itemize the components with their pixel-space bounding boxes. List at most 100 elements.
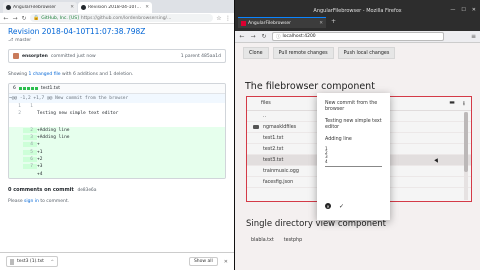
files-header-label: files	[261, 101, 271, 106]
chevron-up-icon[interactable]: ^	[51, 259, 54, 264]
diff-line-added: 5 +1	[9, 148, 225, 156]
clone-button[interactable]: Clone	[243, 47, 269, 59]
chrome-tab-angular[interactable]: AngularFilebrowser ✕	[3, 2, 77, 13]
file-name: test3.txt	[263, 157, 284, 163]
scrollbar[interactable]	[464, 112, 468, 200]
commit-time: committed just now	[50, 53, 96, 59]
github-favicon-icon	[81, 5, 86, 10]
download-item[interactable]: test3 (1).txt ^	[6, 256, 58, 267]
chrome-window: AngularFilebrowser ✕ Revision 2018-04-10…	[0, 0, 234, 270]
confirm-check-icon[interactable]: ✓	[339, 203, 344, 210]
commit-author[interactable]: ensorpten	[22, 54, 48, 59]
download-bar: test3 (1).txt ^ Show all ✕	[0, 252, 234, 270]
summary-pre: Showing	[8, 72, 28, 77]
reload-icon[interactable]: ↻	[21, 15, 27, 22]
hamburger-menu-icon[interactable]: ≡	[471, 33, 476, 40]
show-all-button[interactable]: Show all	[188, 257, 218, 266]
close-icon[interactable]: ✕	[319, 21, 323, 26]
file-name: trainmusic.ogg	[263, 168, 299, 174]
file-name[interactable]: testphp	[284, 238, 302, 243]
url-text: localhost:4200	[282, 34, 316, 39]
push-button[interactable]: Push local changes	[337, 47, 396, 59]
line-number[interactable]: 3	[23, 135, 37, 141]
star-icon[interactable]: ☆	[216, 15, 222, 22]
file-name: facesfig.json	[263, 179, 294, 185]
lock-icon: 🔒	[33, 15, 40, 21]
maximize-icon[interactable]: ☐	[461, 7, 465, 13]
chrome-tab-revision[interactable]: Revision 2018-04-10T... ✕	[78, 2, 152, 13]
url-field[interactable]: ⓘ localhost:4200	[272, 32, 444, 41]
line-text: +Adding line	[37, 127, 70, 133]
angular-favicon-icon	[241, 20, 246, 26]
minimize-icon[interactable]: —	[450, 7, 455, 13]
branch-name[interactable]: master	[15, 38, 31, 43]
menu-icon[interactable]: ⋮	[225, 15, 231, 22]
comments-heading: 0 comments on commit de83e6a	[0, 179, 234, 193]
forward-icon[interactable]: →	[12, 15, 18, 22]
close-icon[interactable]: ✕	[70, 5, 74, 10]
firefox-window: AngularFilebrowser - Mozilla Firefox — ☐…	[234, 0, 480, 270]
folder-icon	[253, 125, 259, 129]
signin-post: to comment.	[40, 198, 70, 204]
file-name: ..	[263, 113, 267, 119]
signin-pre: Please	[8, 198, 23, 204]
branch-icon: ⎇	[8, 38, 14, 43]
close-icon[interactable]: ✕	[145, 5, 149, 10]
commit-dialog: New commit from the browser Testing new …	[317, 93, 390, 220]
commit-parent[interactable]: 1 parent 485aa1d	[181, 54, 221, 59]
line-text: +	[37, 142, 40, 148]
line-number[interactable]: 2	[23, 127, 37, 133]
url-field[interactable]: 🔒 GitHub, Inc. [US] https://github.com/l…	[30, 14, 213, 22]
signin-link[interactable]: sign in	[24, 199, 39, 204]
diff-spacer	[9, 117, 225, 127]
file-name: test2.txt	[263, 146, 284, 152]
forward-icon[interactable]: →	[250, 33, 256, 40]
file-name: ngmaskldfiles	[263, 124, 297, 130]
text-editor[interactable]: 1 2 3 4	[325, 146, 382, 167]
diff-line-added: 7 +3	[9, 163, 225, 171]
diff-line-added: 2 +Adding line	[9, 126, 225, 134]
line-number[interactable]: 5	[23, 149, 37, 155]
back-icon[interactable]: ←	[3, 15, 9, 22]
pull-button[interactable]: Pull remote changes	[272, 47, 334, 59]
dialog-title: New commit from the browser	[325, 101, 378, 112]
line-number[interactable]: 6	[23, 156, 37, 162]
new-folder-icon[interactable]: ▬	[449, 99, 455, 109]
firefox-titlebar: AngularFilebrowser - Mozilla Firefox — ☐…	[235, 0, 480, 31]
file-count: 6	[13, 86, 16, 91]
tab-label: AngularFilebrowser	[248, 20, 292, 26]
diff-line: 2 Testing new simple text editor	[9, 110, 225, 118]
dialog-body: Testing new simple text editor	[325, 119, 382, 130]
line-number[interactable]: 7	[23, 164, 37, 170]
close-icon[interactable]: ✕	[472, 7, 476, 13]
single-view-heading: Single directory view component	[246, 219, 386, 229]
cancel-icon[interactable]: ✕	[325, 203, 331, 209]
scrollbar-thumb[interactable]	[464, 112, 468, 172]
firefox-tab[interactable]: AngularFilebrowser ✕	[238, 17, 326, 28]
line-number[interactable]: 1	[9, 104, 23, 109]
file-name[interactable]: test1.txt	[41, 86, 60, 91]
reload-icon[interactable]: ↻	[261, 33, 267, 40]
line-number[interactable]: 1	[23, 104, 37, 109]
line-number[interactable]: 4	[23, 142, 37, 148]
line-text: +1	[37, 149, 43, 155]
summary-post: with 6 additions and 1 deletion.	[61, 72, 134, 77]
upload-icon[interactable]: ⭳	[463, 99, 465, 109]
url-text: https://github.com/lordenbrowsersing/...	[80, 15, 172, 21]
diff-summary: Showing 1 changed file with 6 additions …	[0, 63, 234, 77]
line-number[interactable]: 2	[9, 111, 23, 116]
back-icon[interactable]: ←	[239, 33, 245, 40]
new-tab-icon[interactable]: +	[331, 18, 336, 25]
close-icon[interactable]: ✕	[224, 259, 228, 265]
hunk-text: @@ -1,2 +1,7 @@ New commit from the brow…	[11, 96, 129, 101]
commit-sha[interactable]: de83e6a	[78, 188, 97, 193]
info-icon[interactable]: ⓘ	[276, 34, 281, 40]
url-secure-label: GitHub, Inc. [US]	[41, 15, 79, 21]
file-name[interactable]: blabla.txt	[251, 238, 274, 243]
avatar[interactable]	[13, 53, 19, 59]
github-favicon-icon	[6, 5, 11, 10]
line-text: Testing new simple text editor	[37, 111, 119, 117]
line-text: +4	[37, 171, 43, 177]
panel-tools: ▬ ⭳	[449, 99, 465, 109]
changed-files-link[interactable]: 1 changed file	[29, 72, 61, 77]
